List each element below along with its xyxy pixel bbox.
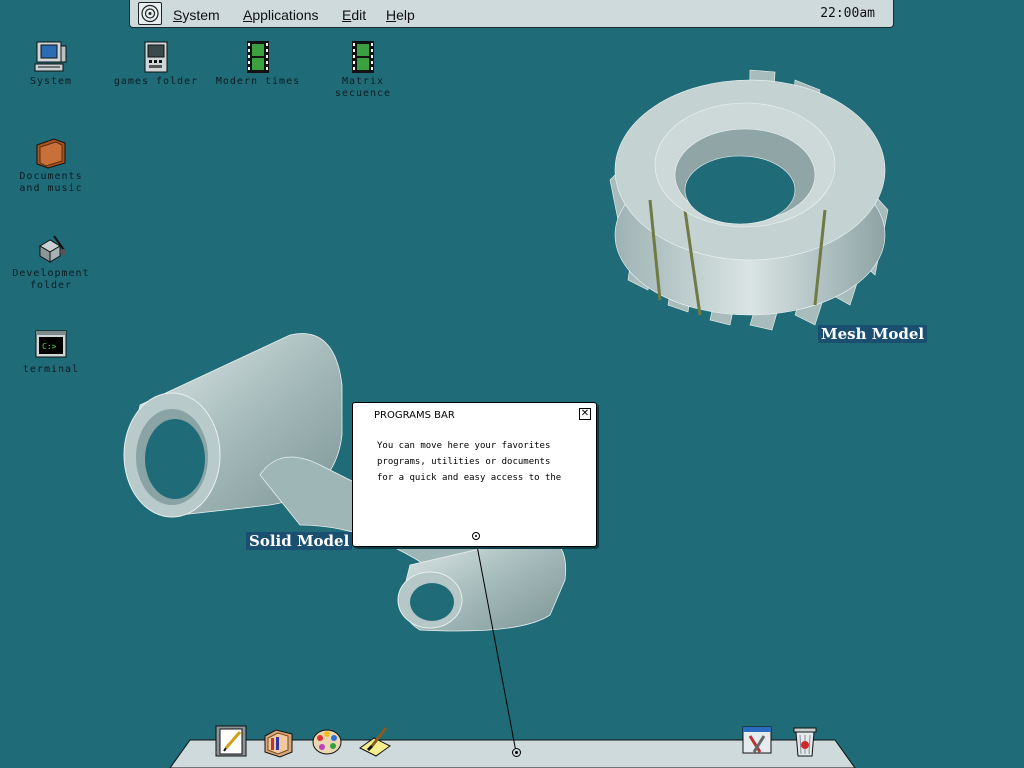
tooltip-anchor-dot — [472, 532, 480, 540]
callout-line — [474, 534, 517, 753]
programs-bar — [169, 534, 856, 768]
tooltip-text-line: programs, utilities or documents — [377, 457, 551, 467]
tooltip-text-line: You can move here your favorites — [377, 441, 551, 451]
settings-icon[interactable] — [740, 724, 774, 758]
notepad-icon[interactable] — [214, 724, 248, 758]
palette-icon[interactable] — [310, 724, 344, 758]
trash-icon[interactable] — [788, 724, 822, 758]
close-icon[interactable]: ✕ — [579, 408, 591, 420]
paint-icon[interactable] — [358, 724, 392, 758]
tooltip-text-line: for a quick and easy access to the — [377, 473, 562, 483]
programs-bar-anchor-dot — [512, 748, 521, 757]
folder-icon[interactable] — [262, 724, 296, 758]
tooltip-title: PROGRAMS BAR — [374, 410, 455, 421]
programs-bar-tooltip: PROGRAMS BAR ✕ You can move here your fa… — [352, 402, 597, 547]
